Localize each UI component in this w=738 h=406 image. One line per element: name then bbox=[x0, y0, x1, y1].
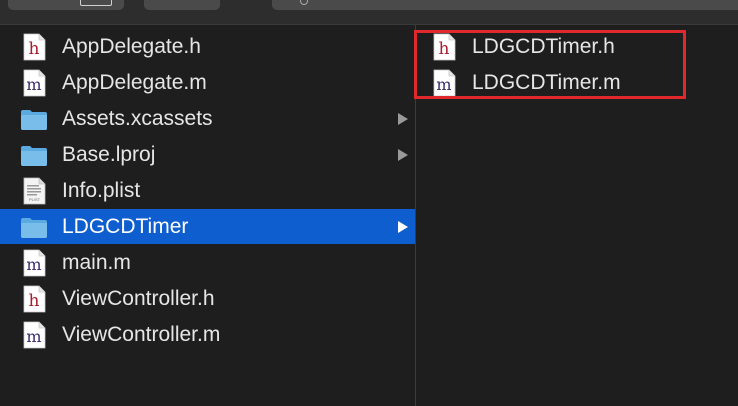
header-file-icon: h bbox=[433, 33, 456, 61]
file-icon-container: m bbox=[430, 69, 458, 97]
disclosure-arrow-icon[interactable] bbox=[398, 113, 408, 125]
svg-text:m: m bbox=[436, 75, 451, 94]
implementation-file-icon: m bbox=[23, 249, 46, 277]
file-icon-container: m bbox=[20, 249, 48, 277]
disclosure-arrow-icon[interactable] bbox=[398, 149, 408, 161]
file-icon-container bbox=[20, 213, 48, 241]
implementation-file-icon: m bbox=[433, 69, 456, 97]
file-icon-container: h bbox=[430, 33, 458, 61]
file-icon-container: m bbox=[20, 321, 48, 349]
plist-file-icon: PLIST bbox=[23, 177, 46, 205]
file-icon-container: h bbox=[20, 33, 48, 61]
view-mode-button[interactable] bbox=[8, 0, 124, 10]
disclosure-arrow-icon[interactable] bbox=[398, 221, 408, 233]
file-row-main-m[interactable]: m main.m bbox=[0, 245, 415, 280]
file-name: main.m bbox=[62, 251, 131, 274]
file-icon-container: PLIST bbox=[20, 177, 48, 205]
column-ldgcdtimer-contents: h LDGCDTimer.h m LDGCDTimer.m bbox=[416, 25, 738, 406]
file-name: ViewController.m bbox=[62, 323, 221, 346]
folder-icon bbox=[21, 218, 47, 238]
file-name: Info.plist bbox=[62, 179, 141, 202]
file-row-appdelegate-m[interactable]: m AppDelegate.m bbox=[0, 65, 415, 100]
file-row-appdelegate-h[interactable]: h AppDelegate.h bbox=[0, 29, 415, 64]
file-name: ViewController.h bbox=[62, 287, 215, 310]
file-icon-container: h bbox=[20, 285, 48, 313]
svg-text:m: m bbox=[26, 327, 41, 346]
file-row-viewcontroller-h[interactable]: h ViewController.h bbox=[0, 281, 415, 316]
file-row-viewcontroller-m[interactable]: m ViewController.m bbox=[0, 317, 415, 352]
implementation-file-icon: m bbox=[23, 69, 46, 97]
file-row-info-plist[interactable]: PLIST Info.plist bbox=[0, 173, 415, 208]
svg-text:h: h bbox=[439, 39, 450, 59]
file-name: Assets.xcassets bbox=[62, 107, 213, 130]
finder-toolbar bbox=[0, 0, 738, 25]
file-icon-container: m bbox=[20, 69, 48, 97]
file-row-assets-xcassets[interactable]: Assets.xcassets bbox=[0, 101, 415, 136]
file-name: AppDelegate.m bbox=[62, 71, 207, 94]
file-name: Base.lproj bbox=[62, 143, 156, 166]
file-row-base-lproj[interactable]: Base.lproj bbox=[0, 137, 415, 172]
search-field[interactable] bbox=[272, 0, 738, 10]
column-project-files: h AppDelegate.h m AppDelegate.m Assets.xcass… bbox=[0, 25, 415, 406]
svg-text:m: m bbox=[26, 75, 41, 94]
svg-text:h: h bbox=[29, 291, 40, 311]
arrange-button[interactable] bbox=[144, 0, 220, 10]
svg-text:m: m bbox=[26, 255, 41, 274]
file-name: LDGCDTimer.h bbox=[472, 35, 615, 58]
svg-text:PLIST: PLIST bbox=[29, 197, 41, 202]
header-file-icon: h bbox=[23, 285, 46, 313]
file-name: AppDelegate.h bbox=[62, 35, 201, 58]
file-name: LDGCDTimer.m bbox=[472, 71, 621, 94]
implementation-file-icon: m bbox=[23, 321, 46, 349]
folder-icon bbox=[21, 110, 47, 130]
header-file-icon: h bbox=[23, 33, 46, 61]
file-name: LDGCDTimer bbox=[62, 215, 189, 238]
file-icon-container bbox=[20, 141, 48, 169]
svg-text:h: h bbox=[29, 39, 40, 59]
file-row-ldgcdtimer-h[interactable]: h LDGCDTimer.h bbox=[416, 29, 738, 64]
file-icon-container bbox=[20, 105, 48, 133]
file-row-ldgcdtimer[interactable]: LDGCDTimer bbox=[0, 209, 415, 244]
folder-icon bbox=[21, 146, 47, 166]
search-icon bbox=[300, 0, 308, 5]
file-row-ldgcdtimer-m[interactable]: m LDGCDTimer.m bbox=[416, 65, 738, 100]
